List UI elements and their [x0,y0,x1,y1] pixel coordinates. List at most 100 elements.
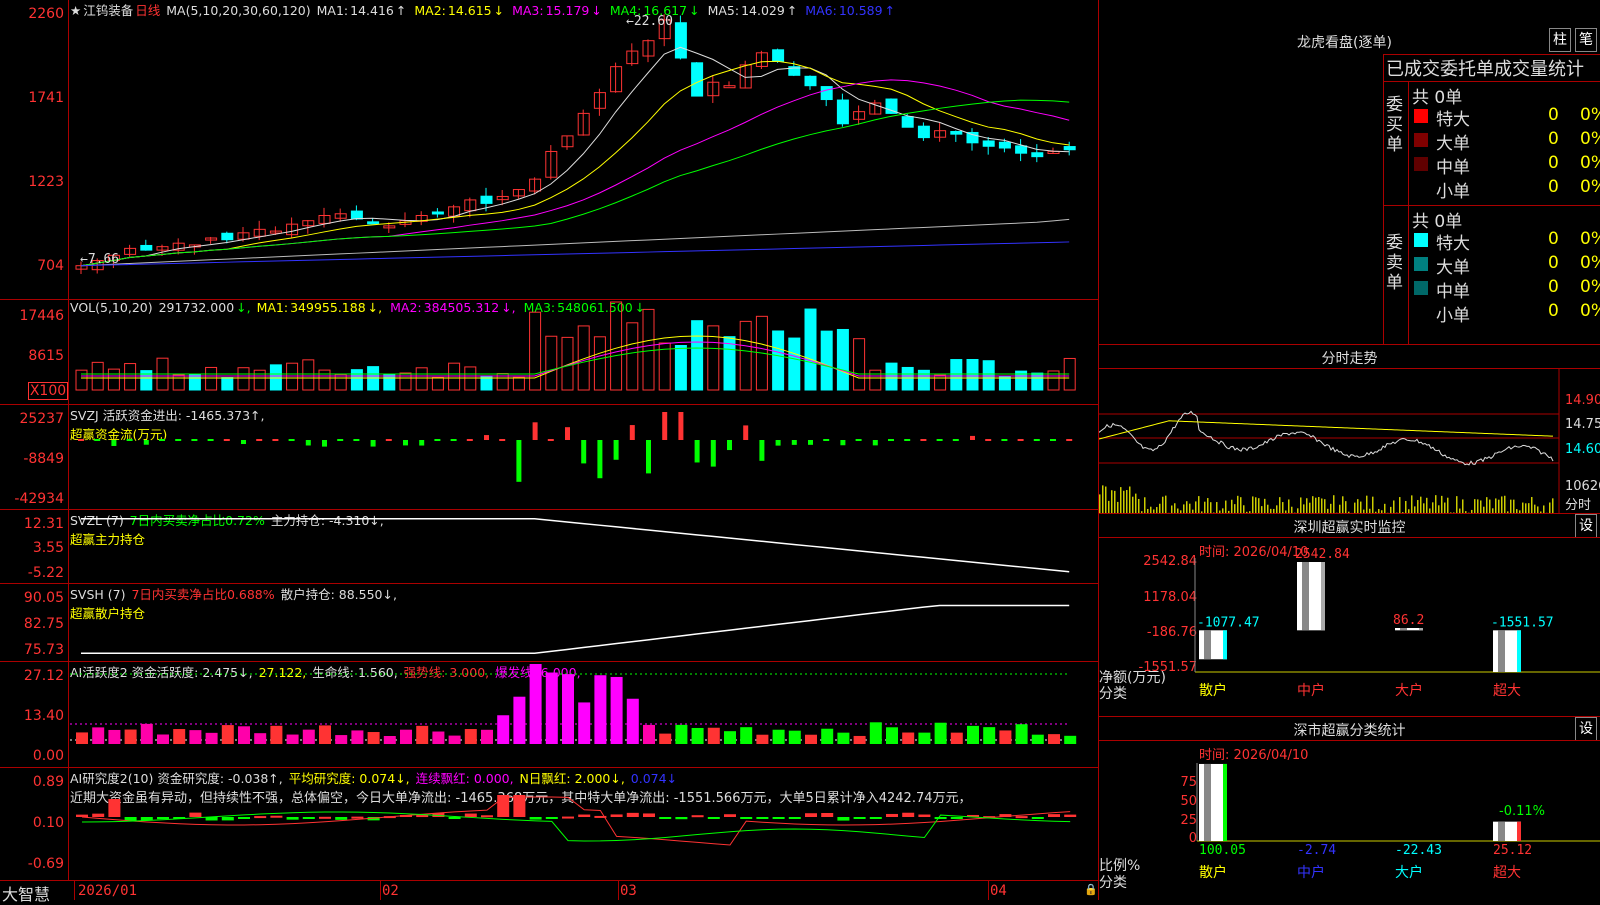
tick-mode-button[interactable]: 笔 [1575,28,1597,52]
intraday-volume-bar [1378,509,1380,513]
research-bar [1016,816,1028,818]
candle [368,222,379,224]
research-bar [270,816,282,818]
volume-chart[interactable] [70,300,1098,404]
intraday-panel[interactable]: 分时走势 14.90 14.75 14.60 10626 分时 [1099,345,1600,514]
flow-bar [144,440,149,445]
volume-bar [692,321,703,390]
kline-axis-label: 1741 [0,90,64,106]
activity-bar [481,730,493,744]
stats-bar-shade [1204,764,1211,841]
research-bar [1048,814,1060,817]
intraday-volume-bar [1102,485,1104,513]
stats-bar [1199,764,1227,841]
volume-bar [287,363,298,390]
ai-research-panel[interactable]: AI研究度2(10) 资金研究度: -0.038↑, 平均研究度: 0.074↓… [0,768,1098,881]
ma-line [81,242,1069,266]
monitor-bar-label: 大户 [1395,682,1423,699]
monitor-bar [1395,628,1423,630]
candle [821,87,832,100]
intraday-volume-bar [1195,501,1197,513]
flow-bar [322,440,327,447]
activity-bar [967,726,979,744]
intraday-volume-bar [1120,487,1122,513]
intraday-volume-bar [1243,505,1245,513]
monitor-bar-group: 86.2大户 [1393,613,1424,699]
svzl-panel[interactable]: SVZL (7) 7日内买卖净占比0.72% 主力持仓: -4.310↓, 超赢… [0,510,1098,584]
sz-monitor-chart[interactable]: -1077.47散户2542.84中户86.2大户-1551.57超大 [1099,514,1600,716]
activity-bar [805,735,817,744]
chart-area[interactable]: ★江钨装备日线 MA(5,10,20,30,60,120) MA1:14.416… [0,0,1098,900]
lock-icon[interactable]: 🔒 [1084,883,1098,896]
candlestick-chart[interactable] [70,0,1098,299]
intraday-volume-bar [1330,504,1332,513]
monitor-bar-shade [1204,630,1211,659]
ai-research-chart[interactable] [70,768,1098,880]
sz-monitor-panel[interactable]: 深圳超赢实时监控 设 时间: 2026/04/10 2542.84 1178.0… [1099,514,1600,717]
svzl-chart[interactable] [70,510,1098,583]
intraday-volume-bar [1432,502,1434,513]
intraday-vol-axis: 10626 [1565,479,1600,494]
candle [902,117,913,128]
volume-panel[interactable]: VOL(5,10,20) 291732.000↓, MA1:349955.188… [0,300,1098,405]
sz-stats-panel[interactable]: 深市超赢分类统计 设 时间: 2026/04/10 75 50 25 0 比例%… [1099,717,1600,900]
intraday-volume-bar [1114,491,1116,513]
volume-axis-label: 17446 [0,308,64,324]
svsh-chart[interactable] [70,584,1098,661]
research-bar [351,817,363,819]
order-color-swatch [1414,233,1428,247]
candle [1016,146,1027,153]
volume-bar [319,370,330,390]
monitor-bar-label: 散户 [1199,682,1227,699]
intraday-chart[interactable] [1099,369,1600,513]
svsh-panel[interactable]: SVSH (7) 7日内买卖净占比0.688% 散户持仓: 88.550↓, 超… [0,584,1098,662]
flow-bar [1001,439,1007,441]
monitor-bar-edge [1321,562,1325,630]
kline-axis-label: 2260 [0,6,64,22]
flow-bar [516,440,521,482]
intraday-volume-bar [1489,500,1491,513]
volume-bar [935,375,946,390]
order-row-count: 0 [1548,177,1559,197]
flow-bar [175,439,181,441]
activity-bar [449,736,461,744]
volume-bar [886,363,897,390]
sz-stats-chart[interactable]: 100.05散户-2.74中户-22.43大户25.12超大 [1099,717,1600,900]
intraday-volume-bar [1222,508,1224,513]
flow-bar [386,439,392,441]
order-row-count: 0 [1548,277,1559,297]
research-bar [238,817,250,819]
intraday-volume-bar [1438,505,1440,513]
intraday-volume-bar [1516,509,1518,513]
flow-bar [159,439,165,441]
kline-panel[interactable]: ★江钨装备日线 MA(5,10,20,30,60,120) MA1:14.416… [0,0,1098,300]
flow-bar [94,439,100,441]
intraday-volume-bar [1309,503,1311,513]
bar-mode-button[interactable]: 柱 [1549,28,1571,52]
candle [125,248,136,254]
intraday-volume-bar [1534,505,1536,513]
intraday-volume-bar [1402,512,1404,513]
activity-bar [902,733,914,744]
intraday-volume-bar [1213,512,1215,513]
intraday-volume-bar [1531,497,1533,513]
intraday-volume-bar [1519,510,1521,513]
research-bar [335,817,347,820]
intraday-volume-bar [1429,508,1431,513]
order-row: 大单00% [1408,253,1600,277]
intraday-volume-bar [1183,504,1185,513]
intraday-volume-bar [1105,487,1107,513]
ai-activity-panel[interactable]: AI活跃度2 资金活跃度: 2.475↓, 27.122, 生命线: 1.560… [0,662,1098,768]
intraday-vol-label: 分时 [1565,494,1591,513]
intraday-volume-bar [1495,498,1497,513]
flow-bar [484,435,489,440]
research-bar [1032,817,1044,819]
ai-activity-chart[interactable] [70,662,1098,767]
intraday-volume-bar [1315,498,1317,513]
activity-bar [789,731,801,744]
svzj-panel[interactable]: SVZJ 活跃资金进出: -1465.373↑, 超赢资金流(万元) 25237… [0,405,1098,510]
svzj-chart[interactable] [70,405,1098,509]
flow-bar [743,425,748,440]
research-bar [481,815,493,817]
intraday-volume-bar [1126,490,1128,513]
